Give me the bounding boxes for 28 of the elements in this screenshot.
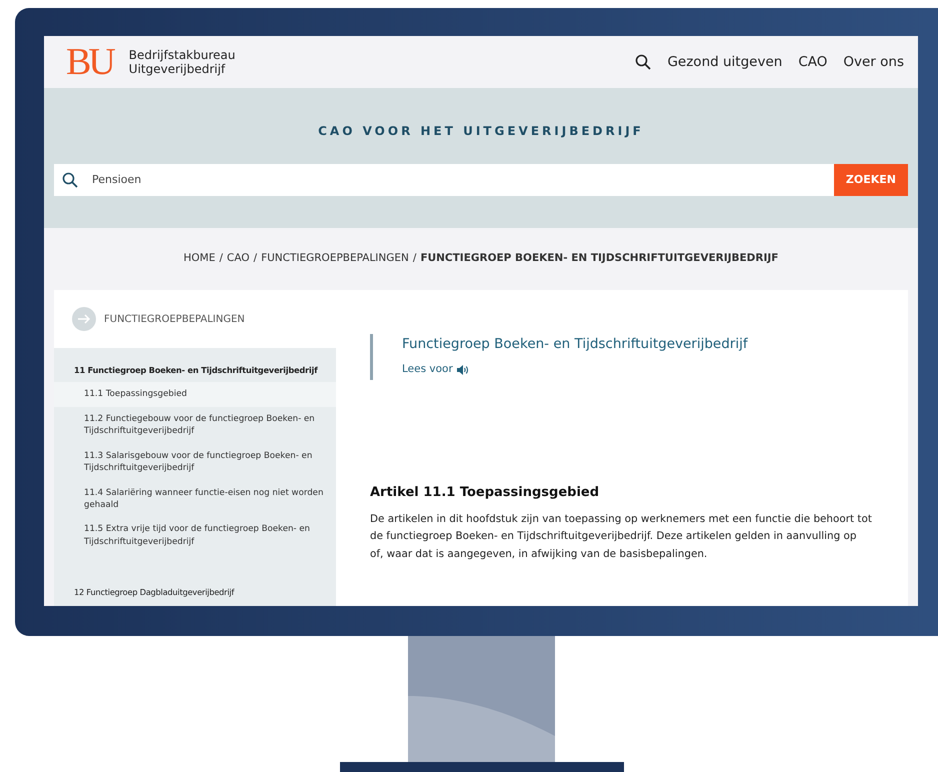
sidebar-item[interactable]: 11.5 Extra vrije tijd voor de functiegroep Boeken- en Tijdschriftuitgeverijbedrijf <box>54 517 336 554</box>
nav-link[interactable]: Over ons <box>843 52 904 72</box>
sidebar-heading: FUNCTIEGROEPBEPALINGEN <box>104 312 245 326</box>
speaker-icon <box>456 365 469 376</box>
article-heading: Artikel 11.1 Toepassingsgebied <box>370 484 600 502</box>
nav-link[interactable]: CAO <box>798 52 828 72</box>
page-title: CAO VOOR HET UITGEVERIJBEDRIJF <box>317 123 645 140</box>
search-icon <box>62 172 78 188</box>
read-aloud-link[interactable]: Lees voor <box>402 362 469 378</box>
breadcrumb-separator: / <box>219 251 223 266</box>
chapter-link[interactable]: 12 Functiegroep Dagbladuitgeverijbedrijf <box>54 574 336 605</box>
sidebar-item[interactable]: 11.4 Salariëring wanneer functie-eisen nog niet worden gehaald <box>54 480 336 518</box>
nav-link[interactable]: Gezond uitgeven <box>667 52 782 72</box>
sidebar-item[interactable]: 11.2 Functiegebouw voor de functiegroep Boeken- en Tijdschriftuitgeverijbedrijf <box>54 406 336 444</box>
article-text: De artikelen in dit hoofdstuk zijn van toepassing op werknemers met een functie die behoort tot de functiegroep Boeken- en Tijdschriftuitgeverijbedrijf. Deze artikelen gelden in aanvulling op of, waar dat is aangegeven, in afwijking van de basisbepalingen. <box>370 512 872 562</box>
search-icon[interactable] <box>635 54 652 70</box>
chapter-link[interactable]: 11 Functiegroep Boeken- en Tijdschriftuitgeverijbedrijf <box>54 352 336 382</box>
article-title: Functiegroep Boeken- en Tijdschriftuitgeverijbedrijf <box>402 335 749 354</box>
breadcrumb-link[interactable]: CAO <box>226 251 250 267</box>
brand-name: Bedrijfstakbureau Uitgeverijbedrijf <box>128 48 236 76</box>
breadcrumb-link[interactable]: HOME <box>184 251 216 267</box>
breadcrumb-link[interactable]: FUNCTIEGROEPBEPALINGEN <box>261 251 409 267</box>
sidebar-item[interactable]: 11.3 Salarisgebouw voor de functiegroep Boeken- en Tijdschriftuitgeverijbedrijf <box>54 444 336 481</box>
breadcrumb-separator: / <box>412 251 416 266</box>
search-field[interactable]: Pensioen ZOEKEN <box>54 164 908 196</box>
sidebar-item[interactable]: 11.1 Toepassingsgebied <box>54 382 336 407</box>
breadcrumb-current: FUNCTIEGROEP BOEKEN- EN TIJDSCHRIFTUITGEVERIJBEDRIJF <box>420 251 778 266</box>
breadcrumb-separator: / <box>254 251 258 266</box>
